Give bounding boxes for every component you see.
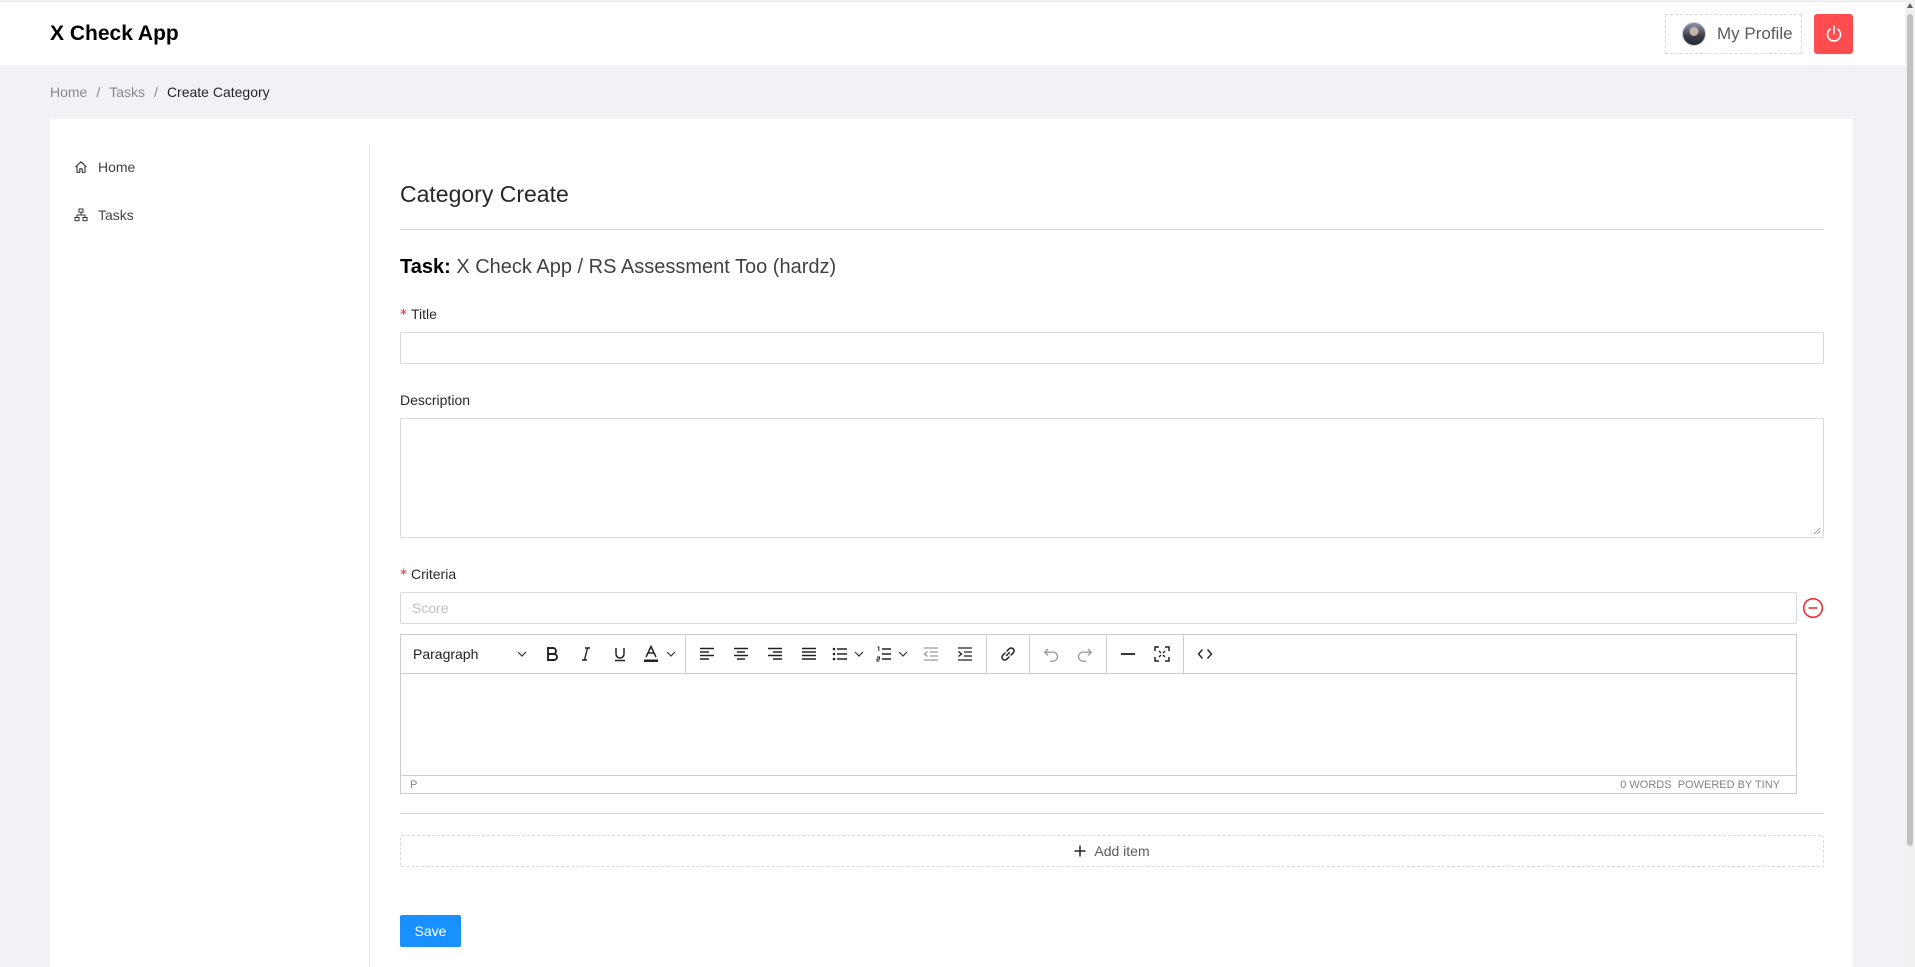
link-icon xyxy=(1001,647,1015,661)
breadcrumb-separator: / xyxy=(154,84,158,100)
bold-icon xyxy=(547,647,558,661)
add-item-label: Add item xyxy=(1094,843,1150,859)
criteria-divider xyxy=(400,813,1824,814)
toolbar-group-format: Paragraph xyxy=(401,634,686,674)
undo-icon xyxy=(1043,648,1059,662)
text-color-button[interactable] xyxy=(637,639,681,669)
save-button[interactable]: Save xyxy=(400,915,461,947)
app-logo[interactable]: X Check App xyxy=(50,22,179,46)
block-format-select[interactable]: Paragraph xyxy=(405,639,535,669)
page-scrollbar[interactable] xyxy=(1905,0,1915,967)
resize-handle-icon[interactable] xyxy=(1813,527,1821,535)
element-path[interactable]: P xyxy=(410,779,417,791)
required-mark: * xyxy=(400,567,407,583)
required-mark: * xyxy=(400,307,407,323)
home-icon xyxy=(75,161,87,173)
code-icon xyxy=(1197,649,1213,659)
chevron-down-icon xyxy=(854,651,864,657)
breadcrumb-current: Create Category xyxy=(166,84,270,100)
horizontal-line-icon xyxy=(1121,653,1135,655)
outdent-icon xyxy=(923,647,938,661)
task-value: X Check App / RS Assessment Too (hardz) xyxy=(456,256,837,278)
criteria-field-label: * Criteria xyxy=(400,566,457,583)
bullet-list-icon xyxy=(832,647,847,661)
breadcrumb-separator: / xyxy=(96,84,101,100)
align-right-icon xyxy=(768,647,782,660)
underline-button[interactable] xyxy=(603,639,637,669)
align-center-button[interactable] xyxy=(724,639,758,669)
avatar xyxy=(1682,22,1706,46)
bold-button[interactable] xyxy=(535,639,569,669)
toolbar-group-link xyxy=(987,634,1030,674)
word-count[interactable]: 0 WORDS xyxy=(1620,779,1671,791)
breadcrumb: Home / Tasks / Create Category xyxy=(50,84,270,100)
redo-button[interactable] xyxy=(1068,639,1102,669)
sidebar-item-tasks[interactable]: Tasks xyxy=(74,207,134,223)
description-textarea[interactable] xyxy=(400,418,1824,538)
source-code-button[interactable] xyxy=(1188,639,1222,669)
score-input[interactable]: Score xyxy=(400,592,1797,624)
align-justify-button[interactable] xyxy=(792,639,826,669)
align-left-button[interactable] xyxy=(690,639,724,669)
title-divider xyxy=(400,229,1824,230)
sidebar-item-label: Home xyxy=(98,159,136,175)
underline-icon xyxy=(615,648,625,662)
align-right-button[interactable] xyxy=(758,639,792,669)
editor-statusbar: P 0 WORDS POWERED BY TINY xyxy=(401,775,1796,793)
sidebar: Home Tasks xyxy=(50,144,370,967)
italic-icon xyxy=(582,647,590,661)
toolbar-group-align xyxy=(686,634,987,674)
add-item-button[interactable]: Add item xyxy=(400,835,1824,867)
horizontal-rule-button[interactable] xyxy=(1111,639,1145,669)
rich-text-editor: Paragraph P 0 WORDS POWERED BY TINY xyxy=(400,634,1797,794)
text-color-icon xyxy=(644,645,658,662)
fullscreen-icon xyxy=(1154,646,1170,662)
bullet-list-button[interactable] xyxy=(826,639,870,669)
sidebar-item-home[interactable]: Home xyxy=(74,159,135,175)
toolbar-group-history xyxy=(1030,634,1107,674)
powered-by-link[interactable]: POWERED BY TINY xyxy=(1678,779,1780,791)
fullscreen-button[interactable] xyxy=(1145,639,1179,669)
indent-icon xyxy=(958,647,972,661)
statusbar-right: 0 WORDS POWERED BY TINY xyxy=(1620,779,1780,791)
plus-icon xyxy=(1074,845,1086,857)
task-info: Task: X Check App / RS Assessment Too (h… xyxy=(400,256,836,279)
scroll-up-arrow-icon[interactable] xyxy=(1907,3,1913,8)
logout-button[interactable] xyxy=(1814,14,1853,54)
align-center-icon xyxy=(734,647,748,660)
outdent-button[interactable] xyxy=(914,639,948,669)
numbered-list-icon xyxy=(876,646,891,662)
content-card: Home Tasks Category Create Task: X Check… xyxy=(50,119,1853,967)
breadcrumb-home[interactable]: Home xyxy=(50,84,87,100)
remove-criteria-icon[interactable] xyxy=(1802,597,1824,619)
align-justify-icon xyxy=(802,647,816,660)
page-title: Category Create xyxy=(400,181,569,207)
my-profile-button[interactable]: My Profile xyxy=(1665,14,1802,54)
title-field-label: * Title xyxy=(400,306,437,323)
apartment-icon xyxy=(74,208,88,222)
profile-label: My Profile xyxy=(1717,24,1793,43)
indent-button[interactable] xyxy=(948,639,982,669)
editor-toolbar: Paragraph xyxy=(401,634,1796,674)
task-label: Task: xyxy=(400,256,451,278)
breadcrumb-tasks[interactable]: Tasks xyxy=(109,84,145,100)
align-left-icon xyxy=(700,647,714,660)
power-icon xyxy=(1826,25,1841,42)
italic-button[interactable] xyxy=(569,639,603,669)
app-header: X Check App My Profile xyxy=(0,1,1905,65)
editor-content-area[interactable] xyxy=(401,674,1796,774)
toolbar-group-insert xyxy=(1107,634,1184,674)
toolbar-group-code xyxy=(1184,635,1226,674)
description-field-label: Description xyxy=(400,392,471,408)
chevron-down-icon xyxy=(666,651,676,657)
insert-link-button[interactable] xyxy=(991,639,1025,669)
sidebar-item-label: Tasks xyxy=(98,207,134,223)
chevron-down-icon xyxy=(517,651,527,657)
scrollbar-thumb[interactable] xyxy=(1907,14,1913,846)
chevron-down-icon xyxy=(898,651,908,657)
undo-button[interactable] xyxy=(1034,639,1068,669)
numbered-list-button[interactable] xyxy=(870,639,914,669)
redo-icon xyxy=(1077,648,1093,662)
title-input[interactable] xyxy=(400,332,1824,364)
